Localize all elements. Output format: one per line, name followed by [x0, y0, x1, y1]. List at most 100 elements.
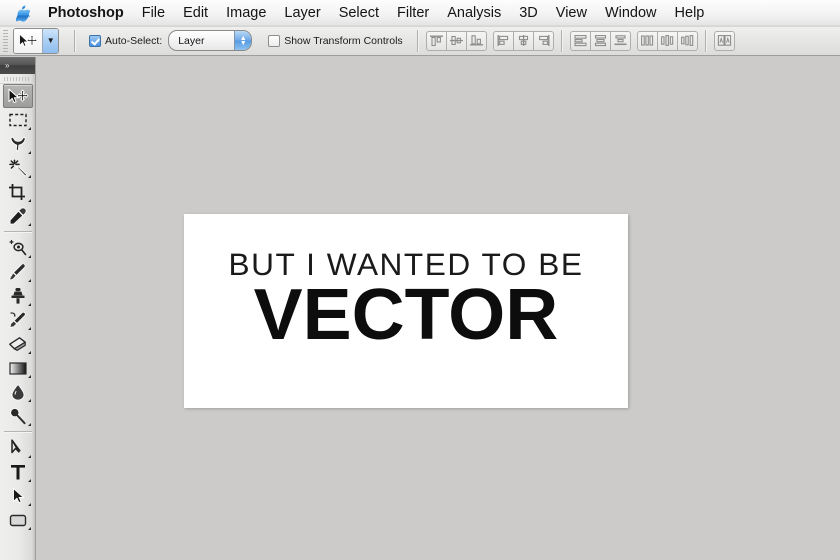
marquee-icon — [8, 113, 27, 127]
distribute-vertical-centers-button[interactable] — [589, 30, 611, 51]
tools-separator-1 — [3, 231, 32, 233]
distribute-bottom-edges-button[interactable] — [609, 30, 631, 51]
tool-magic-wand[interactable] — [3, 156, 33, 180]
blur-drop-icon — [11, 383, 24, 401]
align-top-edges-button[interactable] — [425, 30, 447, 51]
align-left-edges-button[interactable] — [492, 30, 514, 51]
tool-clone-stamp[interactable] — [3, 284, 33, 308]
menu-item-window[interactable]: Window — [596, 0, 666, 26]
menu-item-filter[interactable]: Filter — [388, 0, 438, 26]
align-bottom-edges-button[interactable] — [465, 30, 487, 51]
tool-flyout-indicator — [27, 455, 31, 458]
history-brush-icon — [9, 311, 26, 328]
align-vertical-centers-button[interactable] — [445, 30, 467, 51]
align-horizontal-centers-button[interactable] — [512, 30, 534, 51]
distribute-top-edges-button[interactable] — [569, 30, 591, 51]
tool-flyout-indicator — [27, 223, 31, 226]
tool-flyout-indicator — [27, 399, 31, 402]
tool-blur[interactable] — [3, 380, 33, 404]
auto-select-target-dropdown[interactable]: Layer ▲ ▼ — [168, 30, 253, 51]
tool-crop[interactable] — [3, 180, 33, 204]
options-separator-4 — [704, 29, 707, 52]
distribute-group-vertical — [569, 30, 631, 51]
document-artwork-text: BUT I WANTED TO BE VECTOR — [184, 248, 628, 353]
show-transform-controls-field: Show Transform Controls — [268, 34, 403, 47]
artwork-line-bottom: VECTOR — [253, 275, 559, 355]
menu-item-view[interactable]: View — [547, 0, 596, 26]
apple-logo-icon[interactable] — [12, 1, 34, 25]
chevron-down-icon[interactable]: ▼ — [42, 28, 58, 53]
menu-item-file[interactable]: File — [133, 0, 174, 26]
auto-select-target-value: Layer — [178, 34, 205, 47]
auto-select-checkbox[interactable] — [89, 34, 101, 47]
distribute-left-edges-button[interactable] — [636, 30, 658, 51]
menu-item-3d[interactable]: 3D — [510, 0, 547, 26]
tool-flyout-indicator — [27, 479, 31, 482]
distribute-horizontal-centers-button[interactable] — [656, 30, 678, 51]
canvas-workspace[interactable]: BUT I WANTED TO BE VECTOR — [37, 57, 840, 560]
stepper-down-icon: ▼ — [239, 39, 247, 47]
type-t-icon — [10, 465, 25, 480]
auto-align-layers-button[interactable] — [713, 30, 735, 51]
tool-gradient[interactable] — [3, 356, 33, 380]
options-separator-3 — [560, 29, 563, 52]
tools-panel-header[interactable]: » — [0, 57, 35, 74]
move-tool-icon — [14, 28, 43, 53]
tool-move[interactable] — [2, 84, 33, 108]
tool-flyout-indicator — [27, 375, 31, 378]
tool-brush[interactable] — [3, 260, 33, 284]
tool-rectangular-marquee[interactable] — [3, 108, 33, 132]
align-group-vertical — [425, 30, 487, 51]
tool-lasso[interactable] — [3, 132, 33, 156]
distribute-right-edges-button[interactable] — [676, 30, 698, 51]
tool-flyout-indicator — [27, 151, 31, 154]
tool-flyout-indicator — [27, 327, 31, 330]
eraser-icon — [8, 337, 26, 351]
menu-item-layer[interactable]: Layer — [275, 0, 329, 26]
tool-history-brush[interactable] — [3, 308, 33, 332]
tool-flyout-indicator — [27, 255, 31, 258]
menu-item-analysis[interactable]: Analysis — [438, 0, 510, 26]
healing-brush-icon — [8, 239, 26, 256]
tool-flyout-indicator — [27, 175, 31, 178]
tool-flyout-indicator — [27, 199, 31, 202]
options-bar-grip[interactable] — [1, 29, 10, 52]
options-separator-2 — [416, 29, 419, 52]
auto-select-field: Auto-Select: Layer ▲ ▼ — [89, 30, 253, 51]
lasso-icon — [10, 136, 26, 152]
crop-icon — [8, 184, 25, 200]
tool-path-selection[interactable] — [3, 484, 33, 508]
pen-icon — [10, 439, 21, 454]
show-transform-controls-label: Show Transform Controls — [284, 34, 403, 47]
options-bar: ▼ Auto-Select: Layer ▲ ▼ Show Transform … — [0, 26, 840, 56]
distribute-group-horizontal — [636, 30, 698, 51]
menu-item-edit[interactable]: Edit — [174, 0, 217, 26]
menu-item-select[interactable]: Select — [330, 0, 388, 26]
show-transform-controls-checkbox[interactable] — [268, 34, 281, 47]
tool-rectangle-shape[interactable] — [3, 508, 33, 532]
tool-eyedropper[interactable] — [3, 204, 33, 228]
magic-wand-icon — [8, 159, 27, 177]
tool-preset-picker[interactable]: ▼ — [13, 27, 59, 54]
menu-item-photoshop[interactable]: Photoshop — [42, 0, 133, 26]
tool-dodge[interactable] — [3, 404, 33, 428]
align-right-edges-button[interactable] — [532, 30, 554, 51]
document-canvas[interactable]: BUT I WANTED TO BE VECTOR — [184, 214, 628, 408]
tool-horizontal-type[interactable] — [3, 460, 33, 484]
menu-item-help[interactable]: Help — [666, 0, 714, 26]
options-separator-1 — [74, 29, 76, 52]
stepper-arrows-icon[interactable]: ▲ ▼ — [234, 31, 252, 50]
double-chevron-right-icon[interactable]: » — [5, 57, 10, 74]
tools-panel-grip[interactable] — [0, 74, 35, 84]
tool-flyout-indicator — [27, 423, 31, 426]
tool-flyout-indicator — [27, 351, 31, 354]
eyedropper-icon — [9, 207, 26, 225]
tool-eraser[interactable] — [3, 332, 33, 356]
tools-panel: » — [0, 57, 36, 560]
align-group-horizontal — [492, 30, 554, 51]
menu-item-image[interactable]: Image — [217, 0, 275, 26]
rectangle-shape-icon — [9, 514, 26, 526]
tool-pen[interactable] — [3, 436, 33, 460]
tool-flyout-indicator — [27, 303, 31, 306]
tool-spot-healing-brush[interactable] — [3, 236, 33, 260]
